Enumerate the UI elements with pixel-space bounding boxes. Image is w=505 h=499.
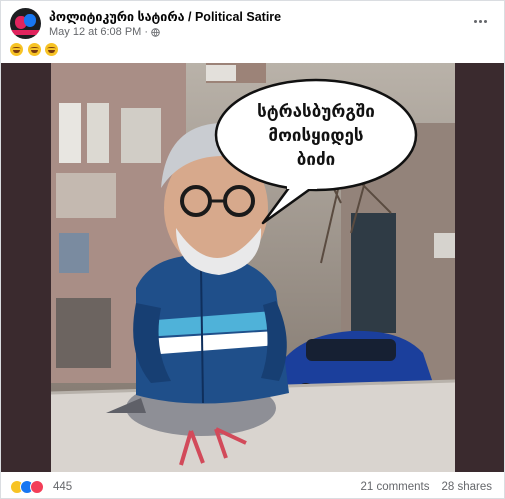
avatar-band xyxy=(10,30,41,35)
satire-meme-image: სტრასბურგში მოისყიდეს ბიძი xyxy=(51,63,455,472)
window xyxy=(87,103,109,163)
engagement-counts: 21 comments 28 shares xyxy=(360,481,492,493)
post-photo[interactable]: სტრასბურგში მოისყიდეს ბიძი xyxy=(51,63,455,472)
meta-separator: · xyxy=(144,26,148,38)
speech-line-2: მოისყიდეს xyxy=(268,126,363,146)
speech-line-3: ბიძი xyxy=(297,150,335,170)
post-timestamp[interactable]: May 12 at 6:08 PM xyxy=(49,26,141,38)
window xyxy=(121,108,161,163)
laughing-face-emoji xyxy=(10,43,23,56)
car-window xyxy=(306,339,396,361)
speech-line-1: სტრასბურგში xyxy=(257,102,375,122)
post-image-container[interactable]: სტრასბურგში მოისყიდეს ბიძი xyxy=(1,63,504,472)
ac-unit xyxy=(206,65,236,81)
window xyxy=(59,233,89,273)
more-options-button[interactable] xyxy=(468,13,492,29)
dot-icon xyxy=(473,19,477,23)
reaction-icons[interactable] xyxy=(10,480,44,494)
ac-unit xyxy=(434,233,455,258)
facebook-post-card: პოლიტიკური სატირა / Political Satire May… xyxy=(0,0,505,499)
dot-icon xyxy=(478,19,482,23)
doorway xyxy=(56,298,111,368)
post-caption xyxy=(10,42,59,58)
window xyxy=(59,103,81,163)
shares-count-link[interactable]: 28 shares xyxy=(441,481,492,493)
comments-count-link[interactable]: 21 comments xyxy=(360,481,429,493)
speech-bubble-tail-cover xyxy=(287,181,317,189)
post-meta: May 12 at 6:08 PM · xyxy=(49,26,160,38)
blue-mask-icon xyxy=(24,14,36,27)
post-footer: 445 21 comments 28 shares xyxy=(1,475,504,499)
laughing-face-emoji xyxy=(27,43,41,56)
dot-icon xyxy=(483,19,487,23)
laughing-face-emoji xyxy=(45,43,59,56)
glass-door xyxy=(351,213,396,333)
page-name-link[interactable]: პოლიტიკური სატირა / Political Satire xyxy=(49,9,281,24)
balcony xyxy=(56,173,116,218)
reaction-count[interactable]: 445 xyxy=(53,481,72,493)
globe-icon xyxy=(151,27,160,37)
love-reaction-icon xyxy=(30,480,44,494)
page-avatar[interactable] xyxy=(10,8,41,39)
